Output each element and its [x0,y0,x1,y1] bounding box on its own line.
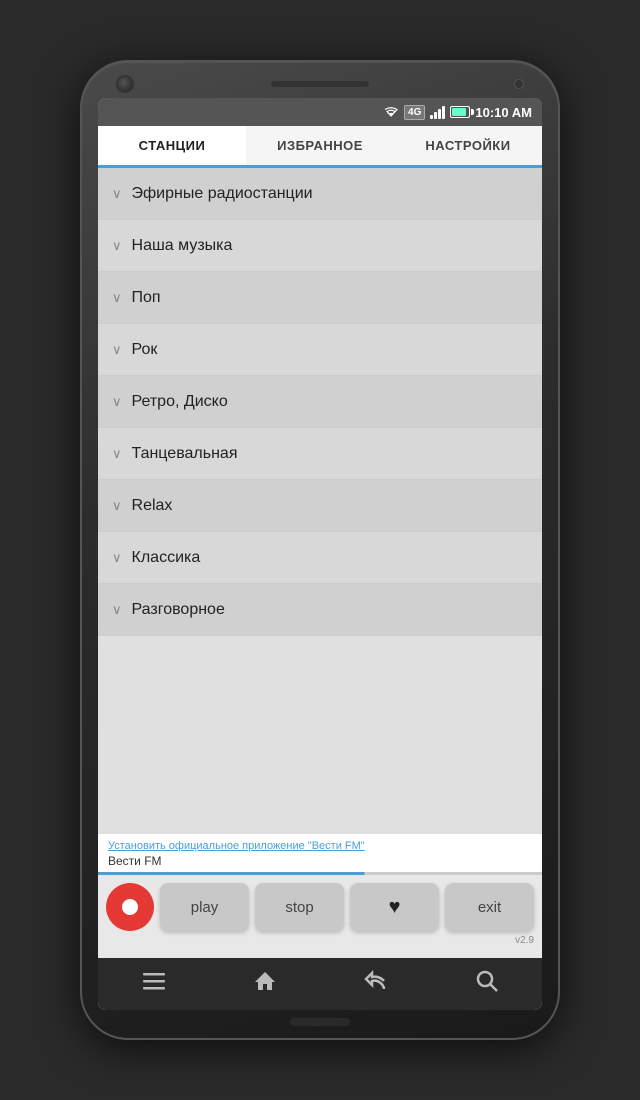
nav-bar [98,958,542,1010]
bar2 [434,112,437,119]
controls-bar: play stop ♥ exit [98,875,542,935]
category-label-relax: Relax [132,497,173,515]
category-label-pop: Поп [132,289,161,307]
nav-home-button[interactable] [245,961,285,1007]
category-item-pop[interactable]: ∨ Поп [98,272,542,324]
bar3 [438,109,441,119]
screen: 4G 10:10 AM СТАНЦИИ ИЗБРАННОЕ НАСТРОЙКИ [98,98,542,1010]
chevron-icon-dance: ∨ [112,446,122,462]
chevron-icon-ourmusic: ∨ [112,238,122,254]
app-content: СТАНЦИИ ИЗБРАННОЕ НАСТРОЙКИ ∨ Эфирные ра… [98,126,542,1010]
signal-bars [430,105,445,119]
front-camera [116,75,134,93]
sensor [514,79,524,89]
status-bar: 4G 10:10 AM [98,98,542,126]
nav-menu-button[interactable] [134,963,174,1005]
chevron-icon-rock: ∨ [112,342,122,358]
category-item-air[interactable]: ∨ Эфирные радиостанции [98,168,542,220]
battery-fill [452,108,466,116]
record-button[interactable] [106,883,154,931]
category-item-talk[interactable]: ∨ Разговорное [98,584,542,636]
exit-button[interactable]: exit [445,883,534,931]
chevron-icon-pop: ∨ [112,290,122,306]
bar4 [442,106,445,119]
favorite-button[interactable]: ♥ [350,883,439,931]
stop-button[interactable]: stop [255,883,344,931]
chevron-icon-relax: ∨ [112,498,122,514]
wifi-icon [383,105,399,119]
version-label: v2.9 [98,935,542,950]
speaker-dot-2 [374,82,378,86]
category-label-retro: Ретро, Диско [132,393,228,411]
phone-top [98,80,542,88]
status-icons: 4G 10:10 AM [383,105,532,120]
nav-back-button[interactable] [356,961,396,1007]
category-item-dance[interactable]: ∨ Танцевальная [98,428,542,480]
category-list: ∨ Эфирные радиостанции ∨ Наша музыка ∨ П… [98,168,542,833]
nav-search-button[interactable] [467,961,507,1007]
speaker-grille [270,80,370,88]
play-button[interactable]: play [160,883,249,931]
chevron-icon-retro: ∨ [112,394,122,410]
chevron-icon-air: ∨ [112,186,122,202]
category-label-talk: Разговорное [132,601,225,619]
signal-4g-badge: 4G [404,105,425,120]
chevron-icon-talk: ∨ [112,602,122,618]
phone-device: 4G 10:10 AM СТАНЦИИ ИЗБРАННОЕ НАСТРОЙКИ [80,60,560,1040]
promo-station-name: Вести FM [108,854,162,868]
category-label-dance: Танцевальная [132,445,238,463]
phone-bottom-bar [290,1018,350,1026]
category-label-rock: Рок [132,341,158,359]
status-time: 10:10 AM [475,105,532,120]
battery-icon [450,106,470,118]
category-item-relax[interactable]: ∨ Relax [98,480,542,532]
category-item-rock[interactable]: ∨ Рок [98,324,542,376]
category-item-classic[interactable]: ∨ Классика [98,532,542,584]
tab-bar: СТАНЦИИ ИЗБРАННОЕ НАСТРОЙКИ [98,126,542,168]
promo-bar: Установить официальное приложение "Вести… [98,833,542,872]
category-label-air: Эфирные радиостанции [132,185,313,203]
bar1 [430,115,433,119]
promo-link[interactable]: Установить официальное приложение "Вести… [108,840,532,852]
tab-stations[interactable]: СТАНЦИИ [98,126,246,168]
category-item-retro[interactable]: ∨ Ретро, Диско [98,376,542,428]
tab-favorites[interactable]: ИЗБРАННОЕ [246,126,394,165]
category-item-ourmusic[interactable]: ∨ Наша музыка [98,220,542,272]
speaker-dot [262,82,266,86]
category-label-classic: Классика [132,549,201,567]
tab-settings[interactable]: НАСТРОЙКИ [394,126,542,165]
record-dot [122,899,138,915]
category-label-ourmusic: Наша музыка [132,237,233,255]
chevron-icon-classic: ∨ [112,550,122,566]
